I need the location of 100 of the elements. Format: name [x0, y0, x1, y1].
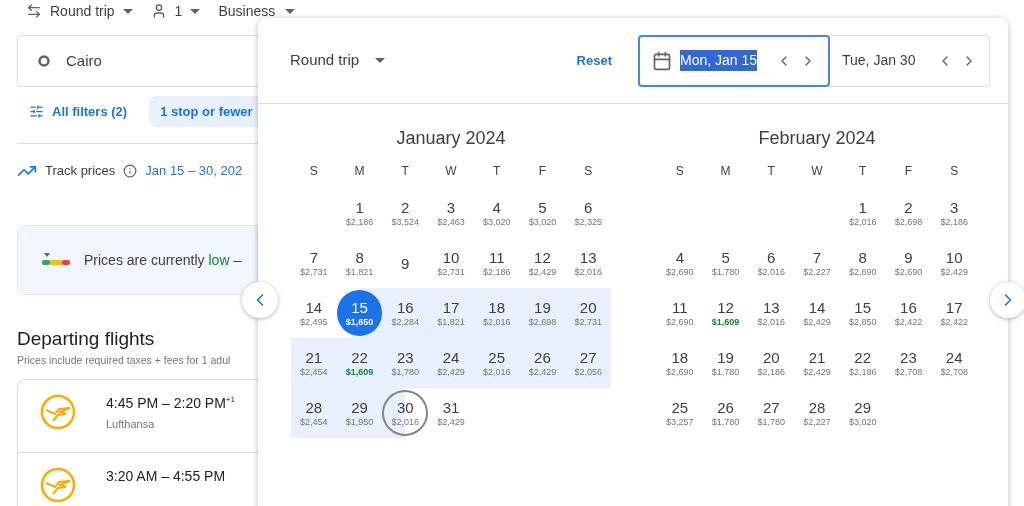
day-number: 18 [488, 299, 506, 315]
calendar-day[interactable]: 10 $2,731 [428, 240, 474, 286]
weekday-label: T [400, 163, 410, 180]
calendar-day[interactable]: 1 $2,186 [336, 190, 383, 236]
day-number: 31 [442, 399, 460, 415]
calendar-day[interactable]: 19 $2,698 [519, 290, 566, 336]
calendar-day[interactable]: 29 $1,950 [336, 390, 383, 436]
day-number: 19 [717, 349, 734, 365]
day-price: $2,422 [894, 317, 923, 327]
day-number: 4 [675, 249, 684, 265]
calendar-day[interactable]: 22 $2,186 [839, 340, 886, 386]
day-price: $2,429 [437, 367, 465, 377]
calendar-day[interactable]: 6 $2,016 [748, 240, 795, 286]
day-price: $2,731 [437, 267, 465, 277]
calendar-day[interactable]: 14 $2,495 [291, 290, 337, 336]
date-field[interactable]: Tue, Jan 30 [829, 34, 990, 87]
flight-row[interactable]: 3:20 AM – 4:55 PM [18, 451, 258, 506]
calendar-day[interactable]: 25 $2,016 [473, 340, 520, 386]
day-price: $1,780 [757, 417, 786, 427]
calendar-day[interactable]: 26 $2,429 [519, 340, 566, 386]
calendar-day[interactable]: 6 $2,325 [565, 190, 611, 236]
calendar-day[interactable]: 9 [382, 240, 429, 286]
reset-button[interactable]: Reset [576, 50, 612, 71]
passengers-dropdown[interactable]: 1 [150, 0, 201, 22]
day-number: 10 [945, 249, 963, 265]
calendar-day[interactable]: 4 $3,020 [473, 190, 520, 236]
calendar-day[interactable]: 11 $2,690 [657, 290, 703, 336]
calendar-day[interactable]: 29 $3,020 [839, 390, 886, 436]
calendar-day[interactable]: 27 $1,780 [748, 390, 795, 436]
weekday-label: T [492, 163, 502, 180]
calendar-day[interactable]: 25 $3,257 [657, 390, 703, 436]
day-number: 15 [854, 299, 872, 315]
calendar-day[interactable]: 2 $2,698 [885, 190, 932, 236]
calendar-day[interactable]: 7 $2,227 [794, 240, 840, 286]
calendar-day[interactable]: 22 $1,609 [336, 340, 383, 386]
calendar-day[interactable]: 7 $2,731 [291, 240, 337, 286]
trip-type-dropdown[interactable]: Round trip [26, 0, 133, 22]
calendar-day[interactable]: 5 $1,780 [702, 240, 749, 286]
calendar-day[interactable]: 12 $2,429 [519, 240, 566, 286]
day-price: $2,227 [803, 417, 831, 427]
trip-type-dropdown[interactable]: Round trip [290, 49, 386, 72]
calendar-day[interactable]: 21 $2,454 [291, 340, 337, 386]
calendar-day[interactable]: 13 $2,016 [748, 290, 795, 336]
calendar-day[interactable]: 24 $2,429 [428, 340, 474, 386]
calendar-day[interactable]: 21 $2,429 [794, 340, 840, 386]
calendar-day[interactable]: 28 $2,227 [794, 390, 840, 436]
calendar-day[interactable]: 20 $2,186 [748, 340, 795, 386]
calendar-day[interactable]: 12 $1,609 [702, 290, 749, 336]
calendar-day[interactable]: 16 $2,422 [885, 290, 932, 336]
section-subtitle: Prices include required taxes + fees for 1 adul [17, 353, 232, 368]
calendar-day[interactable]: 26 $1,780 [702, 390, 749, 436]
day-number: 13 [762, 299, 780, 315]
date-field[interactable]: Mon, Jan 15 [638, 34, 830, 87]
calendar-day[interactable]: 31 $2,429 [428, 390, 474, 436]
calendar-day[interactable]: 30 $2,016 [382, 390, 429, 436]
calendar-day[interactable]: 14 $2,429 [794, 290, 840, 336]
calendar-day[interactable]: 3 $2,463 [428, 190, 474, 236]
calendar-day[interactable]: 8 $1,821 [336, 240, 383, 286]
calendar-day[interactable]: 24 $2,708 [931, 340, 977, 386]
day-number: 26 [534, 349, 551, 365]
calendar-day[interactable]: 23 $2,708 [885, 340, 932, 386]
weekday-label: W [444, 163, 458, 180]
calendar-day[interactable]: 19 $1,780 [702, 340, 749, 386]
day-price: $1,950 [345, 417, 374, 427]
calendar-day[interactable]: 5 $3,020 [519, 190, 566, 236]
calendar-day[interactable]: 18 $2,016 [473, 290, 520, 336]
day-number: 19 [534, 299, 551, 315]
calendar-day[interactable]: 16 $2,284 [382, 290, 429, 336]
calendar-day[interactable]: 11 $2,186 [473, 240, 520, 286]
calendar-day[interactable]: 17 $2,422 [931, 290, 977, 336]
info-icon[interactable] [123, 164, 138, 178]
calendar-day[interactable]: 2 $3,524 [382, 190, 429, 236]
calendar-day[interactable]: 18 $2,690 [657, 340, 703, 386]
day-price: $2,429 [528, 367, 557, 377]
calendar-day[interactable]: 17 $1,821 [428, 290, 474, 336]
calendar-day[interactable]: 15 $2,850 [839, 290, 886, 336]
day-price: $2,227 [803, 267, 831, 277]
date-range-link[interactable]: Jan 15 – 30, 202 [145, 161, 243, 181]
calendar-day[interactable]: 20 $2,731 [565, 290, 611, 336]
calendar-day[interactable]: 28 $2,454 [291, 390, 337, 436]
calendar-day[interactable]: 1 $2,016 [839, 190, 886, 236]
filter-chip[interactable]: 1 stop or fewer [149, 96, 259, 127]
calendar-day[interactable]: 4 $2,690 [657, 240, 703, 286]
calendar-day[interactable]: 3 $2,186 [931, 190, 977, 236]
day-price: $2,708 [894, 367, 923, 377]
day-number: 6 [583, 199, 593, 215]
calendar-day[interactable]: 13 $2,016 [565, 240, 611, 286]
day-price: $2,186 [482, 267, 511, 277]
calendar-day[interactable]: 9 $2,690 [885, 240, 932, 286]
calendar-day[interactable]: 27 $2,056 [565, 340, 611, 386]
calendar-day[interactable]: 8 $2,690 [839, 240, 886, 286]
calendar-day[interactable]: 15 $1,650 [336, 290, 383, 336]
origin-field[interactable]: Cairo [17, 35, 258, 87]
weekday-label: W [810, 163, 824, 180]
all-filters-button[interactable]: All filters (2) [17, 101, 128, 122]
weekday-label: T [858, 163, 868, 180]
day-number: 26 [717, 399, 734, 415]
calendar-day[interactable]: 10 $2,429 [931, 240, 977, 286]
cabin-dropdown[interactable]: Business [218, 0, 296, 22]
calendar-day[interactable]: 23 $1,780 [382, 340, 429, 386]
